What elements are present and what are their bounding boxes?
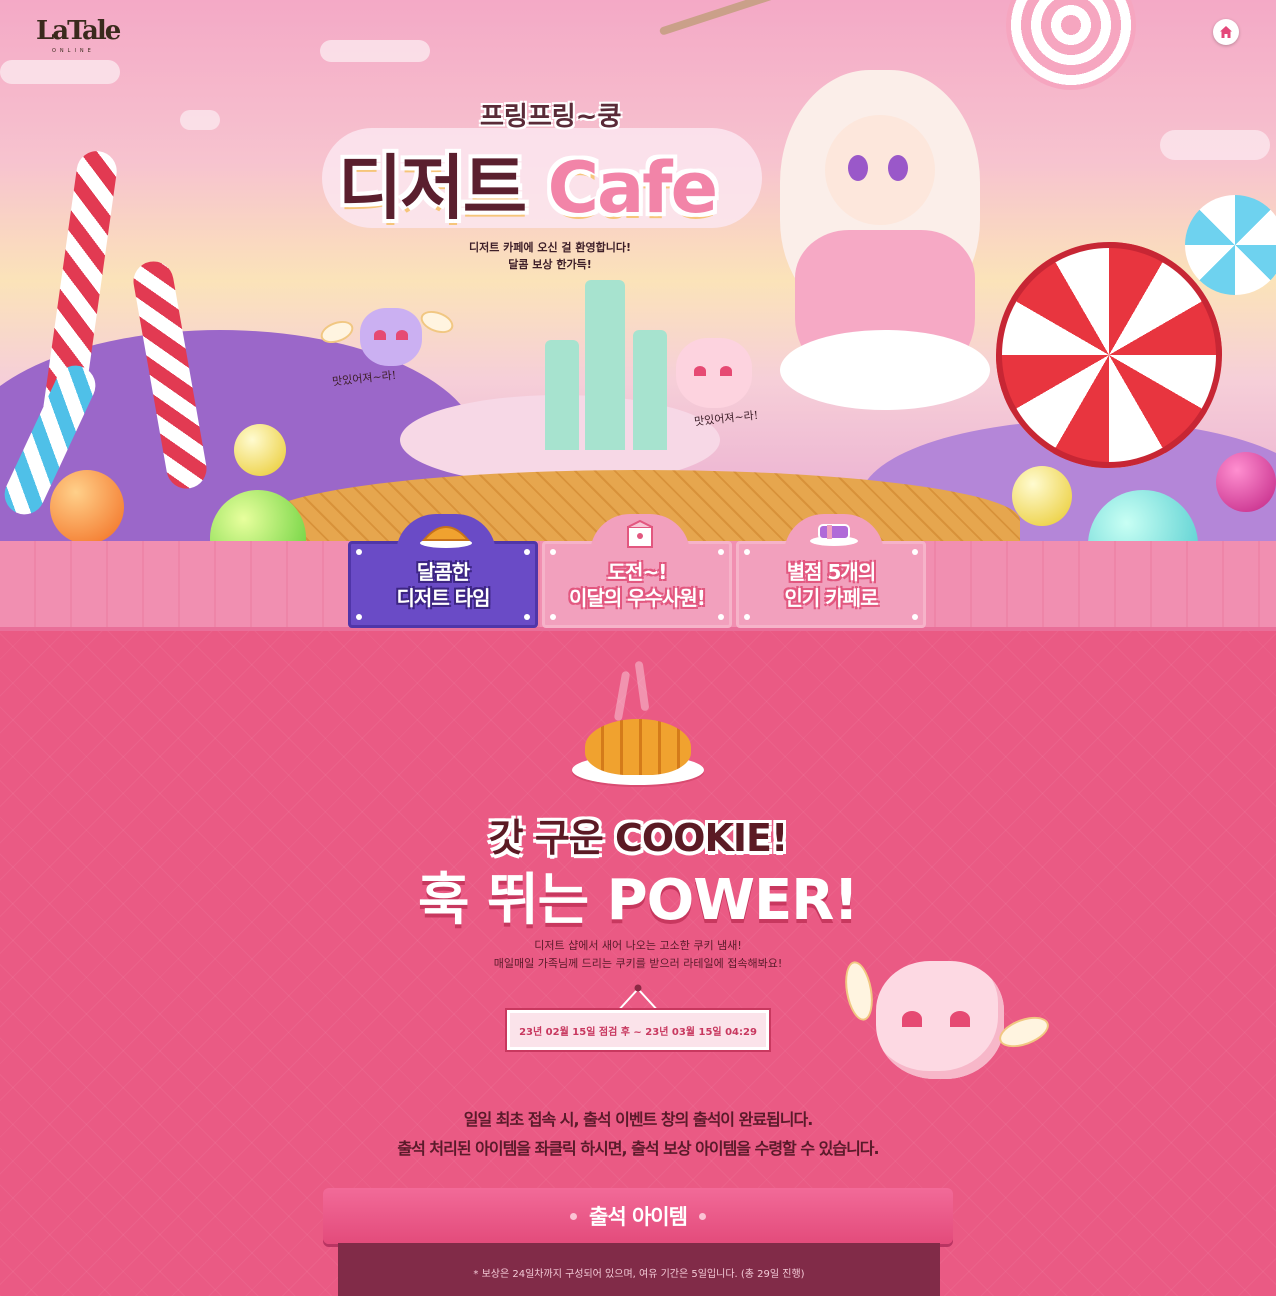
event-content: 갓 구운 COOKIE! 훅 뛰는 POWER! 디저트 샵에서 새어 나오는 … <box>0 631 1276 1296</box>
steam <box>613 670 631 722</box>
attendance-notice: 일일 최초 접속 시, 출석 이벤트 창의 출석이 완료됩니다. 출석 처리된 … <box>0 1105 1276 1163</box>
hanger-string <box>615 984 661 1013</box>
lollipop-icon <box>996 242 1222 468</box>
title-main: 디저트 Cafe <box>338 132 719 233</box>
headline-cookie: 갓 구운 COOKIE! <box>488 816 789 860</box>
home-icon <box>1220 26 1232 38</box>
tab-label: 도전~! <box>607 559 668 584</box>
steam <box>634 660 650 712</box>
title-subtitle: 프링프링~쿵 <box>480 102 622 132</box>
notice-line: 출석 처리된 아이템을 좌클릭 하시면, 출석 보상 아이템을 수령할 수 있습… <box>397 1139 879 1158</box>
hero-banner: 맛있어져~라! 맛있어져~라! 프링프링~쿵 디저트 Cafe 디저트 카페에 … <box>0 0 1276 541</box>
castle-icon <box>545 280 675 450</box>
event-period: 23년 02월 15일 점검 후 ~ 23년 03월 15일 04:29 <box>505 1008 771 1052</box>
tagline-line: 달콤 보상 한가득! <box>508 258 592 271</box>
cloud <box>0 60 120 84</box>
tab-best-employee[interactable]: 도전~! 이달의 우수사원! <box>542 514 732 628</box>
gumball <box>50 470 124 541</box>
hero-tagline: 디저트 카페에 오신 걸 환영합니다! 달콤 보상 한가득! <box>440 239 660 273</box>
tab-label: 인기 카페로 <box>784 585 879 610</box>
reward-note: * 보상은 24일차까지 구성되어 있으며, 여유 기간은 5일입니다. (총 … <box>473 1269 805 1280</box>
gumball <box>1012 466 1072 526</box>
tab-label: 별점 5개의 <box>786 559 876 584</box>
wing-icon <box>417 306 457 338</box>
pink-mascot <box>676 338 752 408</box>
dot-icon <box>698 1212 706 1220</box>
cloud <box>320 40 430 62</box>
title-dessert: 디저트 <box>338 147 527 229</box>
croissant-icon <box>420 526 472 548</box>
attendance-items-header: 출석 아이템 <box>323 1188 953 1244</box>
attendance-items-panel: * 보상은 24일차까지 구성되어 있으며, 여유 기간은 5일입니다. (총 … <box>338 1243 940 1296</box>
notice-line: 일일 최초 접속 시, 출석 이벤트 창의 출석이 완료됩니다. <box>463 1110 814 1129</box>
logo-text: LaTale <box>36 16 121 46</box>
pink-mascot <box>876 961 1004 1079</box>
character-illustration <box>770 60 1000 500</box>
dot-icon <box>570 1212 578 1220</box>
description-line: 매일매일 가족님께 드리는 쿠키를 받으러 라테일에 접속해봐요! <box>493 957 783 970</box>
tab-label: 디저트 타임 <box>396 585 491 610</box>
gumball <box>1216 452 1276 512</box>
candy-icon <box>810 524 858 546</box>
speech-text: 맛있어져~라! <box>693 408 759 429</box>
tab-label: 달콤한 <box>416 559 470 584</box>
cloud <box>1160 130 1270 160</box>
lollipop-icon <box>1185 195 1276 295</box>
lollipop-icon <box>1006 0 1136 90</box>
tagline-line: 디저트 카페에 오신 걸 환영합니다! <box>468 241 631 254</box>
gift-box-icon <box>627 519 653 548</box>
cloud <box>180 110 220 130</box>
headline-power: 훅 뛰는 POWER! <box>418 868 859 933</box>
home-button[interactable] <box>1213 19 1239 45</box>
event-tab-bar: 달콤한 디저트 타임 도전~! 이달의 우수사원! 별점 5개의 인기 카페로 <box>0 514 1276 631</box>
section-title: 출석 아이템 <box>589 1205 688 1229</box>
magic-wand <box>658 0 976 36</box>
description-line: 디저트 샵에서 새어 나오는 고소한 쿠키 냄새! <box>534 939 742 952</box>
tab-popular-cafe[interactable]: 별점 5개의 인기 카페로 <box>736 514 926 628</box>
latale-logo[interactable]: LaTale ONLINE <box>36 16 121 58</box>
gumball <box>234 424 286 476</box>
logo-subtext: ONLINE <box>52 48 95 54</box>
tab-label: 이달의 우수사원! <box>569 585 706 610</box>
tab-dessert-time[interactable]: 달콤한 디저트 타임 <box>348 514 538 628</box>
purple-mascot <box>360 308 422 366</box>
croissant-icon <box>585 719 691 775</box>
title-cafe: Cafe <box>547 147 719 229</box>
event-description: 디저트 샵에서 새어 나오는 고소한 쿠키 냄새! 매일매일 가족님께 드리는 … <box>0 937 1276 973</box>
